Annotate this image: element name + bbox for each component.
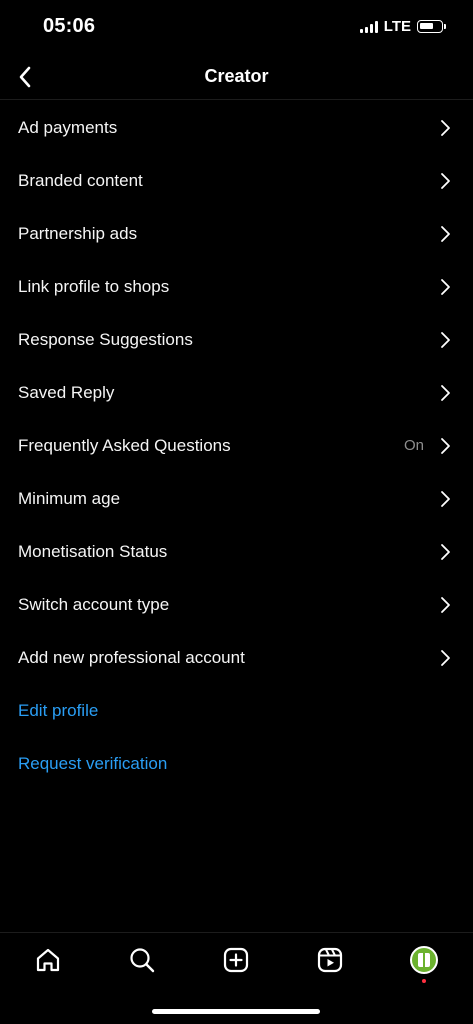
menu-item-saved-reply[interactable]: Saved Reply xyxy=(0,366,473,419)
menu-item-label: Saved Reply xyxy=(18,382,115,402)
menu-item-add-professional-account[interactable]: Add new professional account xyxy=(0,631,473,684)
chevron-right-icon xyxy=(441,173,450,189)
chevron-right-icon xyxy=(441,226,450,242)
edit-profile-link[interactable]: Edit profile xyxy=(0,684,473,737)
menu-item-faq[interactable]: Frequently Asked Questions On xyxy=(0,419,473,472)
menu-item-label: Response Suggestions xyxy=(18,329,193,349)
search-icon xyxy=(130,948,155,973)
nav-header: Creator xyxy=(0,54,473,100)
home-icon xyxy=(36,948,60,972)
menu-item-response-suggestions[interactable]: Response Suggestions xyxy=(0,313,473,366)
link-label: Request verification xyxy=(18,753,168,773)
menu-item-label: Add new professional account xyxy=(18,647,245,667)
menu-item-link-profile-to-shops[interactable]: Link profile to shops xyxy=(0,260,473,313)
status-bar: 05:06 LTE xyxy=(0,0,473,54)
chevron-right-icon xyxy=(441,544,450,560)
menu-item-label: Branded content xyxy=(18,170,143,190)
network-type: LTE xyxy=(383,18,411,35)
tab-profile[interactable] xyxy=(407,943,441,977)
link-label: Edit profile xyxy=(18,700,99,720)
chevron-right-icon xyxy=(441,332,450,348)
create-icon xyxy=(223,947,249,973)
settings-menu: Ad payments Branded content Partnership … xyxy=(0,101,473,790)
profile-avatar xyxy=(410,946,438,974)
battery-icon xyxy=(417,20,446,33)
tab-search[interactable] xyxy=(125,943,159,977)
menu-item-minimum-age[interactable]: Minimum age xyxy=(0,472,473,525)
menu-item-label: Switch account type xyxy=(18,594,170,614)
menu-item-label: Monetisation Status xyxy=(18,541,168,561)
chevron-right-icon xyxy=(441,120,450,136)
chevron-right-icon xyxy=(441,279,450,295)
status-time: 05:06 xyxy=(43,15,96,37)
tab-reels[interactable] xyxy=(313,943,347,977)
menu-item-branded-content[interactable]: Branded content xyxy=(0,154,473,207)
chevron-right-icon xyxy=(441,650,450,666)
chevron-right-icon xyxy=(441,438,450,454)
menu-item-label: Minimum age xyxy=(18,488,121,508)
status-indicators: LTE xyxy=(359,18,446,35)
menu-item-label: Ad payments xyxy=(18,117,118,137)
menu-item-label: Frequently Asked Questions xyxy=(18,435,231,455)
tab-home[interactable] xyxy=(31,943,65,977)
menu-item-ad-payments[interactable]: Ad payments xyxy=(0,101,473,154)
chevron-right-icon xyxy=(441,491,450,507)
chevron-right-icon xyxy=(441,597,450,613)
signal-icon xyxy=(359,20,378,33)
menu-item-partnership-ads[interactable]: Partnership ads xyxy=(0,207,473,260)
menu-item-switch-account-type[interactable]: Switch account type xyxy=(0,578,473,631)
home-indicator xyxy=(152,1009,320,1014)
request-verification-link[interactable]: Request verification xyxy=(0,737,473,790)
notification-dot xyxy=(422,979,426,983)
tab-create[interactable] xyxy=(219,943,253,977)
menu-item-label: Link profile to shops xyxy=(18,276,170,296)
page-title: Creator xyxy=(204,66,269,86)
chevron-right-icon xyxy=(441,385,450,401)
menu-item-monetisation-status[interactable]: Monetisation Status xyxy=(0,525,473,578)
faq-status-value: On xyxy=(403,437,424,454)
reels-icon xyxy=(317,947,343,973)
menu-item-label: Partnership ads xyxy=(18,223,138,243)
